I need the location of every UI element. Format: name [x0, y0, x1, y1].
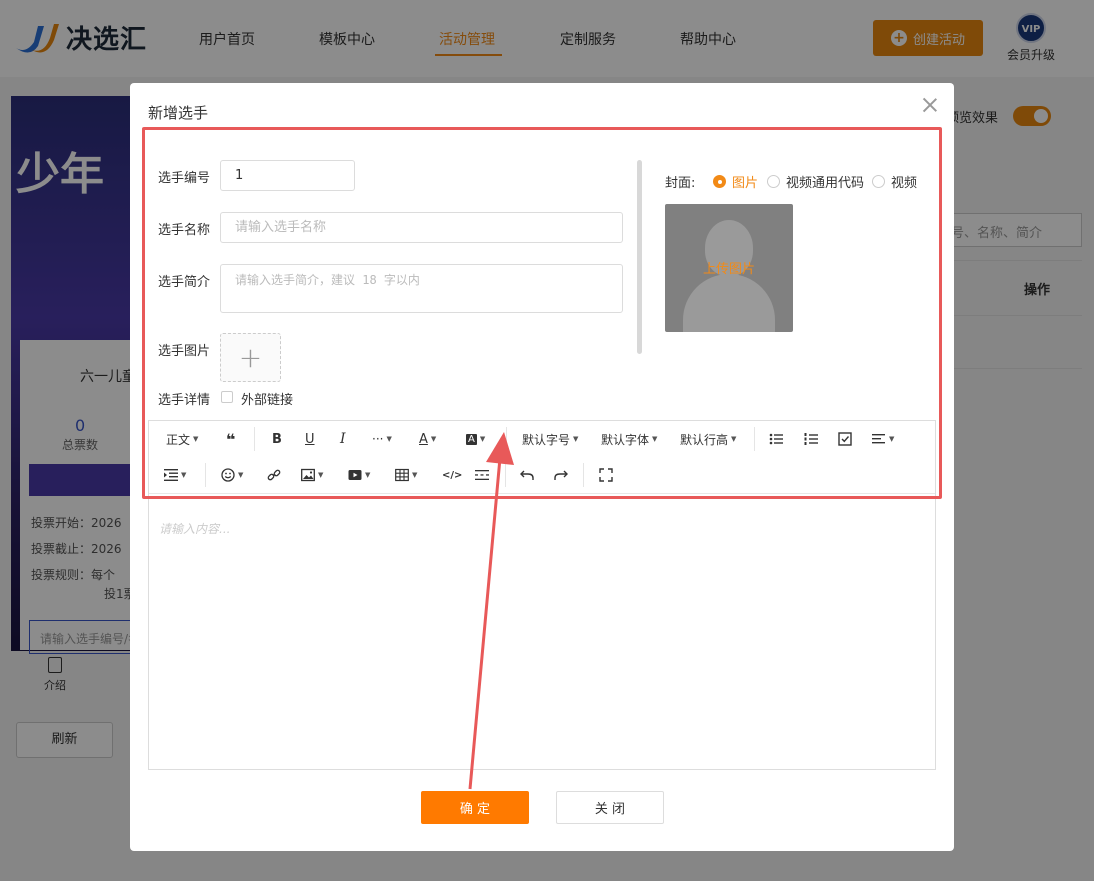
toolbar-divider [754, 427, 755, 451]
paragraph-format-dropdown[interactable]: 正文 ▼ [166, 429, 198, 449]
toolbar-divider [254, 427, 255, 451]
cover-radio-video-code[interactable]: 视频通用代码 [767, 172, 864, 191]
radio-icon [872, 175, 885, 188]
external-link-checkbox[interactable] [221, 391, 233, 403]
contestant-name-input[interactable] [220, 212, 623, 243]
dialog-title: 新增选手 [148, 104, 209, 122]
table-icon [395, 468, 409, 482]
divider-insert-icon[interactable] [475, 465, 489, 485]
chevron-down-icon: ▼ [479, 435, 486, 443]
image-upload-button[interactable]: + [220, 333, 281, 382]
contestant-detail-label: 选手详情 [158, 393, 211, 408]
cover-radio-video-label: 视频 [891, 176, 918, 191]
cover-radio-video-code-label: 视频通用代码 [786, 176, 865, 191]
todo-checkbox-icon[interactable] [838, 429, 852, 449]
line-height-dropdown[interactable]: 默认行高 ▼ [680, 429, 736, 449]
emoji-dropdown[interactable]: ▼ [221, 465, 243, 485]
contestant-intro-label: 选手简介 [158, 275, 211, 290]
form-scrollbar[interactable] [637, 160, 642, 354]
close-button[interactable]: 关 闭 [556, 791, 664, 824]
undo-icon[interactable] [520, 465, 534, 485]
align-left-icon [872, 434, 885, 444]
cover-label: 封面: [665, 176, 696, 191]
chevron-down-icon: ▼ [652, 435, 658, 443]
more-icon: ··· [372, 432, 384, 446]
editor-toolbar: 正文▼ ❝ B U I ···▼ A▼ A▼ 默认字号▼ 默认字体▼ [149, 421, 935, 494]
font-color-icon: A [419, 431, 428, 447]
table-insert-dropdown[interactable]: ▼ [395, 465, 417, 485]
paragraph-format-label: 正文 [166, 432, 191, 447]
cover-radio-image[interactable]: 图片 [713, 172, 758, 191]
video-insert-dropdown[interactable]: ▼ [348, 465, 370, 485]
contestant-number-label: 选手编号 [158, 171, 211, 186]
bold-icon[interactable]: B [272, 429, 282, 449]
cover-radio-video[interactable]: 视频 [872, 172, 917, 191]
plus-icon: + [238, 341, 263, 374]
toolbar-divider [506, 427, 507, 451]
image-icon [301, 468, 315, 482]
font-family-label: 默认字体 [601, 432, 650, 447]
cover-radio-image-label: 图片 [732, 176, 759, 191]
background-color-icon: A [466, 433, 477, 445]
quote-icon[interactable]: ❝ [226, 429, 235, 449]
toolbar-divider [205, 463, 206, 487]
indent-dropdown[interactable]: ▼ [164, 465, 186, 485]
chevron-down-icon: ▼ [412, 471, 418, 479]
rich-text-editor: 正文▼ ❝ B U I ···▼ A▼ A▼ 默认字号▼ 默认字体▼ [148, 420, 936, 770]
toolbar-divider [505, 463, 506, 487]
numbered-list-icon[interactable] [804, 429, 818, 449]
font-family-dropdown[interactable]: 默认字体 ▼ [601, 429, 657, 449]
confirm-button[interactable]: 确 定 [421, 791, 529, 824]
fullscreen-icon[interactable] [599, 465, 613, 485]
editor-content-area[interactable]: 请输入内容... [159, 520, 230, 537]
italic-icon[interactable]: I [340, 429, 346, 449]
chevron-down-icon: ▼ [386, 435, 392, 443]
bulleted-list-icon[interactable] [769, 429, 783, 449]
code-icon[interactable]: </> [442, 465, 462, 485]
chevron-down-icon: ▼ [365, 471, 371, 479]
radio-icon [767, 175, 780, 188]
underline-icon[interactable]: U [305, 429, 315, 449]
image-insert-dropdown[interactable]: ▼ [301, 465, 323, 485]
contestant-number-input[interactable] [220, 160, 355, 191]
video-icon [348, 470, 362, 480]
font-color-dropdown[interactable]: A ▼ [419, 429, 436, 449]
background-color-dropdown[interactable]: A ▼ [466, 429, 485, 449]
contestant-name-label: 选手名称 [158, 223, 211, 238]
redo-icon[interactable] [554, 465, 568, 485]
emoji-icon [221, 468, 235, 482]
radio-selected-icon [713, 175, 726, 188]
add-contestant-dialog: 新增选手 选手编号 选手名称 选手简介 选手图片 + 选手详情 外部链接 封面:… [130, 83, 954, 851]
cover-upload-area[interactable]: 上传图片 [665, 204, 793, 332]
chevron-down-icon: ▼ [889, 435, 895, 443]
chevron-down-icon: ▼ [318, 471, 324, 479]
line-height-label: 默认行高 [680, 432, 729, 447]
avatar-placeholder-body [683, 274, 775, 332]
chevron-down-icon: ▼ [731, 435, 737, 443]
more-styles-dropdown[interactable]: ··· ▼ [372, 429, 392, 449]
chevron-down-icon: ▼ [573, 435, 579, 443]
external-link-label: 外部链接 [241, 393, 294, 408]
font-size-label: 默认字号 [522, 432, 571, 447]
chevron-down-icon: ▼ [238, 471, 244, 479]
close-icon[interactable] [922, 97, 938, 113]
link-icon[interactable] [267, 465, 281, 485]
contestant-image-label: 选手图片 [158, 344, 211, 359]
cover-upload-text: 上传图片 [702, 262, 755, 277]
chevron-down-icon: ▼ [193, 435, 199, 443]
indent-icon [164, 469, 178, 481]
font-size-dropdown[interactable]: 默认字号 ▼ [522, 429, 578, 449]
chevron-down-icon: ▼ [181, 471, 187, 479]
contestant-intro-textarea[interactable] [220, 264, 623, 313]
chevron-down-icon: ▼ [430, 435, 437, 443]
toolbar-divider [583, 463, 584, 487]
align-dropdown[interactable]: ▼ [872, 429, 894, 449]
